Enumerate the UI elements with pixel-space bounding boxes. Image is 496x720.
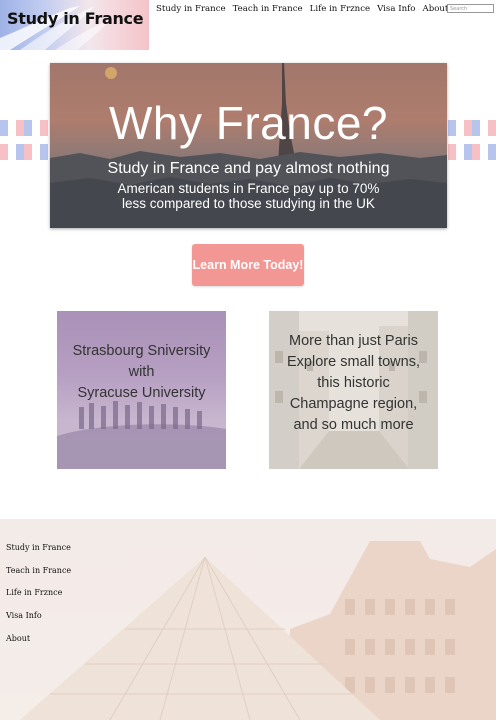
card-line: Explore small towns, (287, 354, 420, 370)
footer-link-study-in-france[interactable]: Study in France (6, 543, 71, 566)
card-strasbourg-text: Strasbourg Sniversity with Syracuse Univ… (57, 341, 226, 404)
nav-life-in-france[interactable]: Life in Frznce (310, 4, 371, 14)
card-line: More than just Paris (289, 333, 418, 349)
footer-link-teach-in-france[interactable]: Teach in France (6, 566, 71, 589)
site-logo[interactable]: Study in France (0, 0, 149, 50)
card-line: Strasbourg Sniversity (72, 343, 211, 359)
hero-subtitle: Study in France and pay almost nothing (107, 160, 390, 177)
card-strasbourg[interactable]: Strasbourg Sniversity with Syracuse Univ… (57, 311, 226, 469)
flag-stripes-right (448, 120, 496, 160)
card-line: Champagne region, (289, 396, 418, 412)
louvre-pyramid-image (0, 519, 496, 720)
logo-text: Study in France (7, 9, 144, 28)
card-line: this historic (317, 375, 390, 391)
card-line: with (128, 364, 155, 380)
nav-study-in-france[interactable]: Study in France (156, 4, 226, 14)
hero-detail-line-2: less compared to those studying in the U… (122, 196, 375, 211)
card-line: and so much more (293, 417, 414, 433)
card-small-towns[interactable]: More than just Paris Explore small towns… (269, 311, 438, 469)
top-nav: Study in France Teach in France Life in … (156, 4, 455, 14)
search-input[interactable]: Search (447, 4, 494, 13)
flag-stripes-left (0, 120, 48, 160)
learn-more-button[interactable]: Learn More Today! (192, 244, 304, 286)
hero-detail: American students in France pay up to 70… (50, 181, 447, 211)
card-small-towns-text: More than just Paris Explore small towns… (269, 331, 438, 436)
nav-visa-info[interactable]: Visa Info (377, 4, 415, 14)
footer-link-about[interactable]: About (6, 634, 71, 657)
hero-detail-line-1: American students in France pay up to 70… (117, 181, 380, 196)
hero-banner: Why France? Study in France and pay almo… (50, 63, 447, 228)
nav-teach-in-france[interactable]: Teach in France (233, 4, 303, 14)
nav-about[interactable]: About (422, 4, 448, 14)
hero-title: Why France? (108, 97, 389, 149)
footer: Study in France Teach in France Life in … (0, 519, 496, 720)
footer-link-life-in-france[interactable]: Life in Frznce (6, 588, 71, 611)
card-line: Syracuse University (77, 385, 206, 401)
footer-links: Study in France Teach in France Life in … (6, 543, 71, 656)
footer-link-visa-info[interactable]: Visa Info (6, 611, 71, 634)
